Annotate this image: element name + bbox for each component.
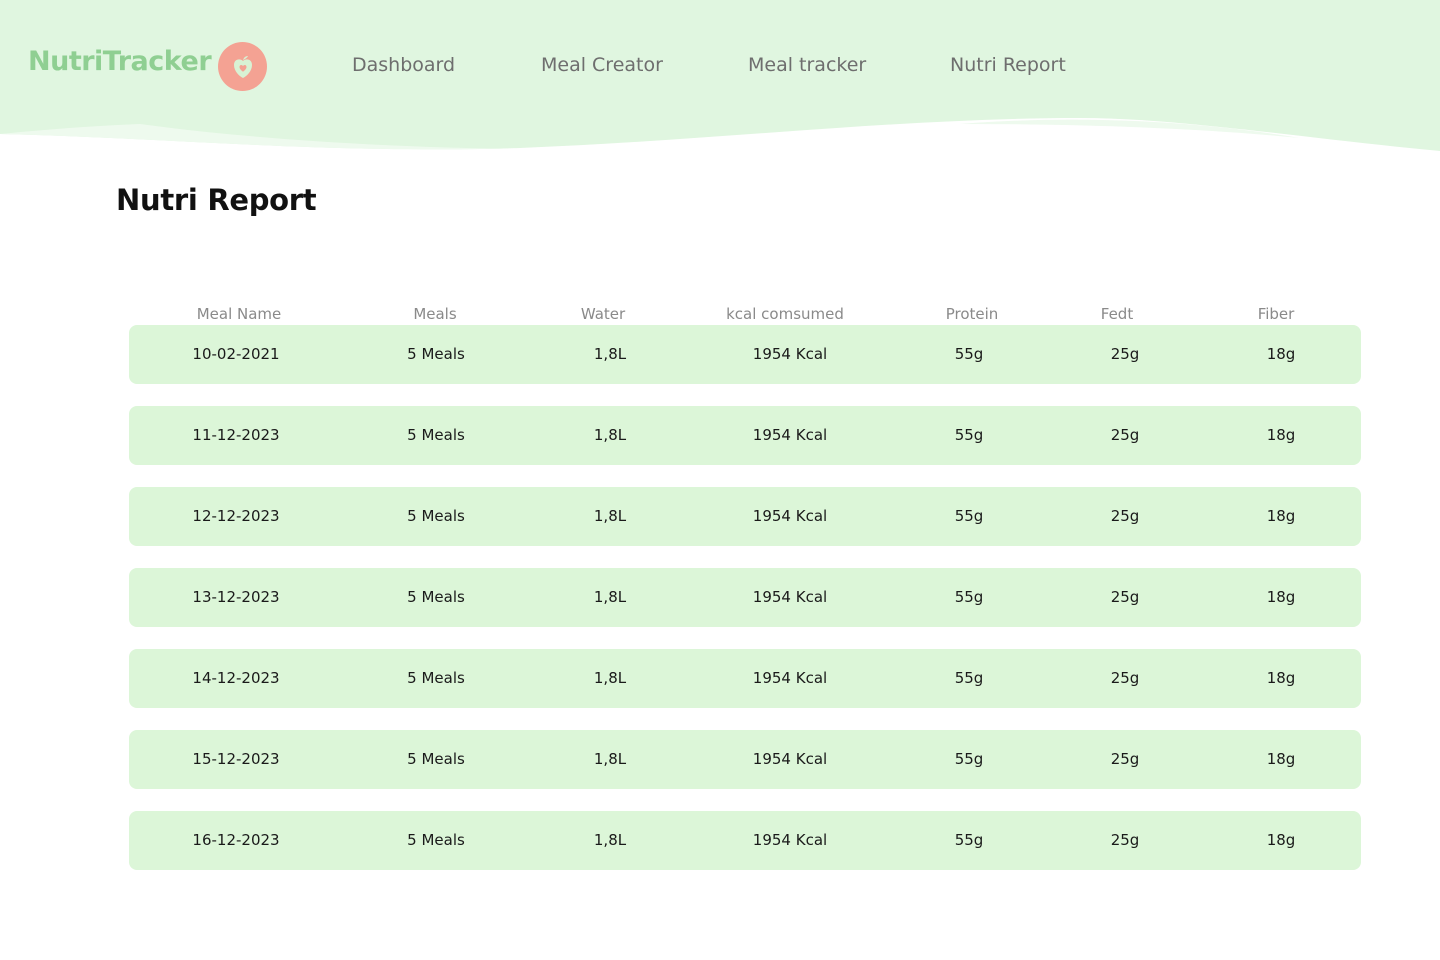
apple-heart-icon [218, 42, 267, 91]
logo-text: NutriTracker [28, 46, 212, 77]
cell-protein: 55g [954, 345, 984, 363]
cell-date: 15-12-2023 [192, 750, 280, 768]
column-header-meals: Meals [413, 305, 457, 323]
cell-water: 1,8L [593, 750, 627, 768]
table-row[interactable]: 12-12-2023 5 Meals 1,8L 1954 Kcal 55g 25… [129, 487, 1361, 546]
cell-date: 12-12-2023 [192, 507, 280, 525]
nav-item-meal-tracker[interactable]: Meal tracker [748, 54, 866, 76]
cell-protein: 55g [954, 588, 984, 606]
table-row[interactable]: 14-12-2023 5 Meals 1,8L 1954 Kcal 55g 25… [129, 649, 1361, 708]
cell-water: 1,8L [593, 669, 627, 687]
table-row[interactable]: 15-12-2023 5 Meals 1,8L 1954 Kcal 55g 25… [129, 730, 1361, 789]
cell-water: 1,8L [593, 345, 627, 363]
cell-meals: 5 Meals [407, 669, 465, 687]
cell-kcal: 1954 Kcal [752, 345, 828, 363]
cell-fiber: 18g [1266, 507, 1296, 525]
app-logo[interactable]: NutriTracker [28, 42, 267, 91]
table-row[interactable]: 16-12-2023 5 Meals 1,8L 1954 Kcal 55g 25… [129, 811, 1361, 870]
nutri-report-table: Meal Name Meals Water kcal comsumed Prot… [129, 302, 1361, 892]
cell-date: 13-12-2023 [192, 588, 280, 606]
cell-fiber: 18g [1266, 750, 1296, 768]
column-header-protein: Protein [945, 305, 999, 323]
cell-fiber: 18g [1266, 426, 1296, 444]
cell-kcal: 1954 Kcal [752, 507, 828, 525]
cell-meals: 5 Meals [407, 750, 465, 768]
cell-protein: 55g [954, 426, 984, 444]
cell-fat: 25g [1110, 345, 1140, 363]
cell-kcal: 1954 Kcal [752, 588, 828, 606]
cell-meals: 5 Meals [407, 345, 465, 363]
cell-fiber: 18g [1266, 588, 1296, 606]
cell-fiber: 18g [1266, 831, 1296, 849]
cell-fat: 25g [1110, 588, 1140, 606]
cell-date: 16-12-2023 [192, 831, 280, 849]
cell-protein: 55g [954, 750, 984, 768]
cell-fat: 25g [1110, 750, 1140, 768]
column-header-meal-name: Meal Name [196, 305, 282, 323]
cell-meals: 5 Meals [407, 507, 465, 525]
table-row[interactable]: 13-12-2023 5 Meals 1,8L 1954 Kcal 55g 25… [129, 568, 1361, 627]
nav-item-dashboard[interactable]: Dashboard [352, 54, 455, 76]
nav-item-nutri-report[interactable]: Nutri Report [950, 54, 1066, 76]
cell-fat: 25g [1110, 831, 1140, 849]
nav-item-meal-creator[interactable]: Meal Creator [541, 54, 663, 76]
cell-date: 11-12-2023 [192, 426, 280, 444]
cell-protein: 55g [954, 507, 984, 525]
cell-meals: 5 Meals [407, 831, 465, 849]
cell-water: 1,8L [593, 831, 627, 849]
cell-protein: 55g [954, 831, 984, 849]
cell-meals: 5 Meals [407, 426, 465, 444]
page-title: Nutri Report [116, 183, 317, 217]
cell-kcal: 1954 Kcal [752, 831, 828, 849]
cell-kcal: 1954 Kcal [752, 750, 828, 768]
cell-date: 10-02-2021 [192, 345, 280, 363]
table-row[interactable]: 10-02-2021 5 Meals 1,8L 1954 Kcal 55g 25… [129, 325, 1361, 384]
cell-water: 1,8L [593, 426, 627, 444]
column-header-fat: Fedt [1100, 305, 1134, 323]
cell-kcal: 1954 Kcal [752, 669, 828, 687]
cell-fat: 25g [1110, 669, 1140, 687]
cell-fiber: 18g [1266, 345, 1296, 363]
cell-fat: 25g [1110, 507, 1140, 525]
cell-date: 14-12-2023 [192, 669, 280, 687]
cell-protein: 55g [954, 669, 984, 687]
column-header-kcal: kcal comsumed [726, 305, 844, 323]
table-row[interactable]: 11-12-2023 5 Meals 1,8L 1954 Kcal 55g 25… [129, 406, 1361, 465]
table-header: Meal Name Meals Water kcal comsumed Prot… [129, 302, 1361, 325]
cell-water: 1,8L [593, 507, 627, 525]
cell-fiber: 18g [1266, 669, 1296, 687]
header-wave-background [0, 0, 1440, 151]
cell-kcal: 1954 Kcal [752, 426, 828, 444]
column-header-fiber: Fiber [1257, 305, 1295, 323]
column-header-water: Water [580, 305, 626, 323]
cell-meals: 5 Meals [407, 588, 465, 606]
top-header: NutriTracker Dashboard Meal Creator Meal… [0, 0, 1440, 160]
cell-fat: 25g [1110, 426, 1140, 444]
cell-water: 1,8L [593, 588, 627, 606]
